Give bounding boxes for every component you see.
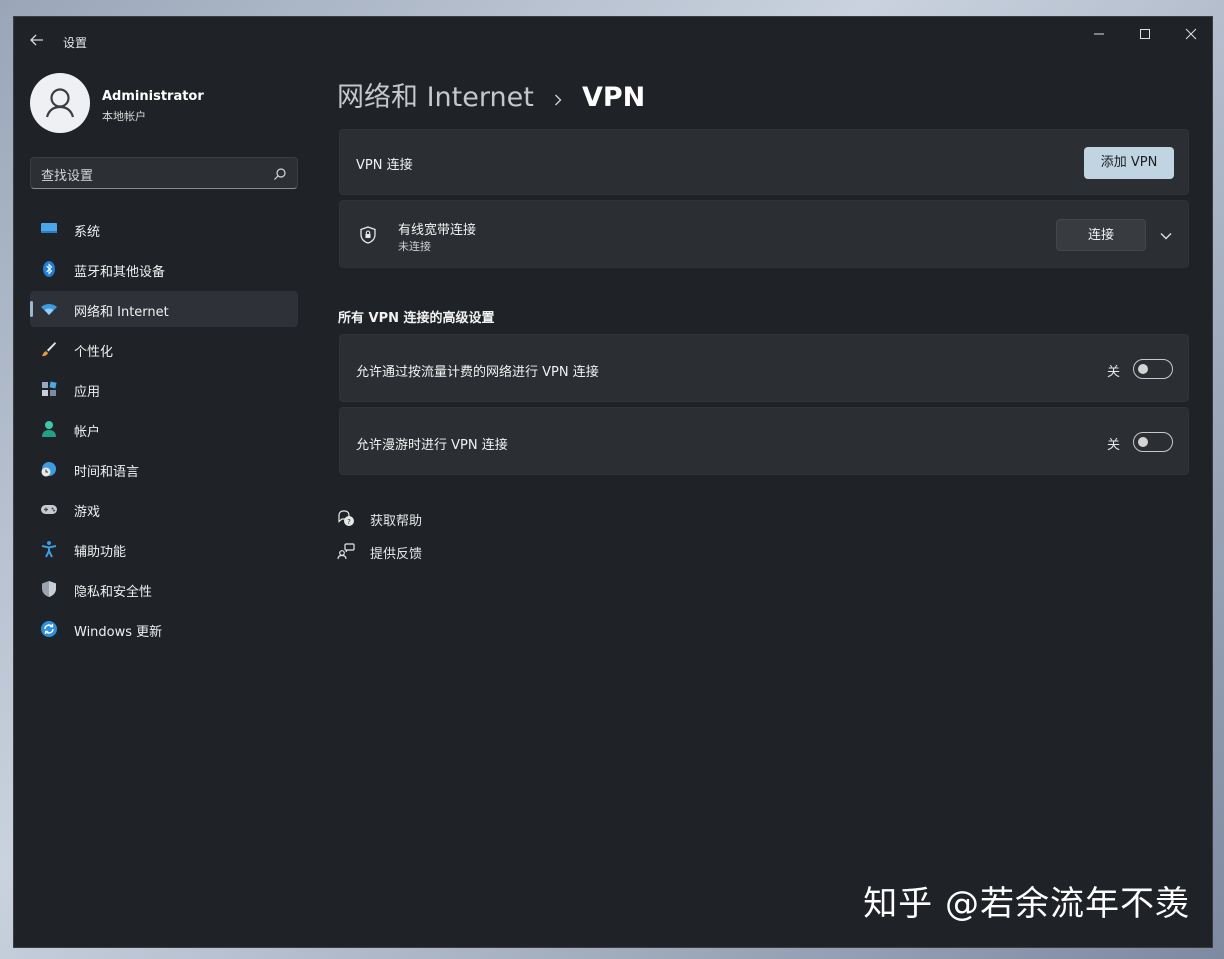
sidebar-item-label: 游戏 <box>74 505 101 520</box>
globe-clock-icon <box>40 460 58 478</box>
vpn-connections-label: VPN 连接 <box>356 158 413 173</box>
sidebar-item-label: 时间和语言 <box>74 465 140 480</box>
metered-vpn-setting: 允许通过按流量计费的网络进行 VPN 连接 关 <box>339 334 1189 402</box>
metered-vpn-state: 关 <box>1107 365 1121 380</box>
help-chat-icon: ? <box>337 509 355 531</box>
metered-vpn-label: 允许通过按流量计费的网络进行 VPN 连接 <box>356 365 599 380</box>
brush-icon <box>40 340 58 358</box>
chevron-right-icon <box>553 92 563 111</box>
vpn-connection-item[interactable]: 有线宽带连接 未连接 连接 <box>339 200 1189 268</box>
connect-button[interactable]: 连接 <box>1056 219 1146 251</box>
profile-account-type: 本地帐户 <box>102 110 146 123</box>
sidebar-item-system[interactable]: 系统 <box>30 211 298 247</box>
sidebar-item-privacy[interactable]: 隐私和安全性 <box>30 571 298 607</box>
minimize-icon[interactable] <box>1088 25 1110 43</box>
sidebar-item-label: 系统 <box>74 225 101 240</box>
sidebar-item-time-language[interactable]: 时间和语言 <box>30 451 298 487</box>
back-arrow-icon[interactable] <box>28 31 46 49</box>
update-icon <box>40 620 58 638</box>
sidebar-item-label: 隐私和安全性 <box>74 585 153 600</box>
sidebar-item-windows-update[interactable]: Windows 更新 <box>30 611 298 647</box>
vpn-connection-status: 未连接 <box>398 240 431 253</box>
shield-icon <box>40 580 58 598</box>
advanced-settings-title: 所有 VPN 连接的高级设置 <box>338 311 495 326</box>
sidebar-item-label: 网络和 Internet <box>74 305 169 320</box>
toggle-knob <box>1138 364 1148 374</box>
search-input[interactable]: 查找设置 <box>30 157 298 189</box>
sidebar-item-label: 蓝牙和其他设备 <box>74 265 166 280</box>
maximize-icon[interactable] <box>1134 25 1156 43</box>
roaming-vpn-toggle[interactable] <box>1133 432 1173 452</box>
sidebar-item-gaming[interactable]: 游戏 <box>30 491 298 527</box>
get-help-label: 获取帮助 <box>370 514 423 529</box>
shield-lock-icon <box>358 225 378 249</box>
sidebar-item-personalization[interactable]: 个性化 <box>30 331 298 367</box>
vpn-connections-card: VPN 连接 添加 VPN <box>339 129 1189 195</box>
vpn-connection-name: 有线宽带连接 <box>398 223 477 238</box>
apps-icon <box>40 380 58 398</box>
roaming-vpn-state: 关 <box>1107 438 1121 453</box>
sidebar-nav: 系统 蓝牙和其他设备 网络和 Internet 个性化 应用 帐户 时间和语言 … <box>30 211 298 651</box>
bluetooth-icon <box>40 260 58 278</box>
close-icon[interactable] <box>1180 25 1202 43</box>
chevron-down-icon[interactable] <box>1158 228 1174 247</box>
accessibility-icon <box>40 540 58 558</box>
sidebar-item-label: 帐户 <box>74 425 101 440</box>
search-icon[interactable] <box>273 166 287 185</box>
feedback-icon <box>337 542 355 564</box>
person-avatar-icon <box>45 88 75 118</box>
sidebar-item-accessibility[interactable]: 辅助功能 <box>30 531 298 567</box>
sidebar-item-label: 辅助功能 <box>74 545 127 560</box>
add-vpn-button[interactable]: 添加 VPN <box>1084 147 1174 179</box>
breadcrumb: 网络和 Internet VPN <box>337 75 645 115</box>
settings-window: 设置 Administrator 本地帐户 查找设置 系统 蓝牙和其他设备 网络… <box>13 16 1213 948</box>
title-bar: 设置 <box>14 17 1212 65</box>
sidebar-item-label: 应用 <box>74 385 101 400</box>
gamepad-icon <box>40 500 58 518</box>
sidebar-item-bluetooth[interactable]: 蓝牙和其他设备 <box>30 251 298 287</box>
roaming-vpn-setting: 允许漫游时进行 VPN 连接 关 <box>339 407 1189 475</box>
sidebar-item-accounts[interactable]: 帐户 <box>30 411 298 447</box>
watermark: 知乎 @若余流年不羡 <box>863 884 1190 924</box>
user-profile[interactable]: Administrator 本地帐户 <box>30 73 310 135</box>
sidebar-item-label: Windows 更新 <box>74 625 163 640</box>
svg-text:?: ? <box>347 518 351 526</box>
page-title: VPN <box>581 82 646 113</box>
toggle-knob <box>1138 437 1148 447</box>
wifi-icon <box>40 300 58 318</box>
monitor-icon <box>40 220 58 238</box>
person-icon <box>40 420 58 438</box>
sidebar-item-apps[interactable]: 应用 <box>30 371 298 407</box>
search-placeholder: 查找设置 <box>41 169 94 184</box>
sidebar-item-network[interactable]: 网络和 Internet <box>30 291 298 327</box>
breadcrumb-parent[interactable]: 网络和 Internet <box>337 82 534 113</box>
roaming-vpn-label: 允许漫游时进行 VPN 连接 <box>356 438 508 453</box>
selection-indicator <box>30 301 33 317</box>
give-feedback-label: 提供反馈 <box>370 547 423 562</box>
profile-name: Administrator <box>102 89 204 104</box>
metered-vpn-toggle[interactable] <box>1133 359 1173 379</box>
app-title: 设置 <box>63 36 88 50</box>
sidebar-item-label: 个性化 <box>74 345 114 360</box>
avatar <box>30 73 90 133</box>
